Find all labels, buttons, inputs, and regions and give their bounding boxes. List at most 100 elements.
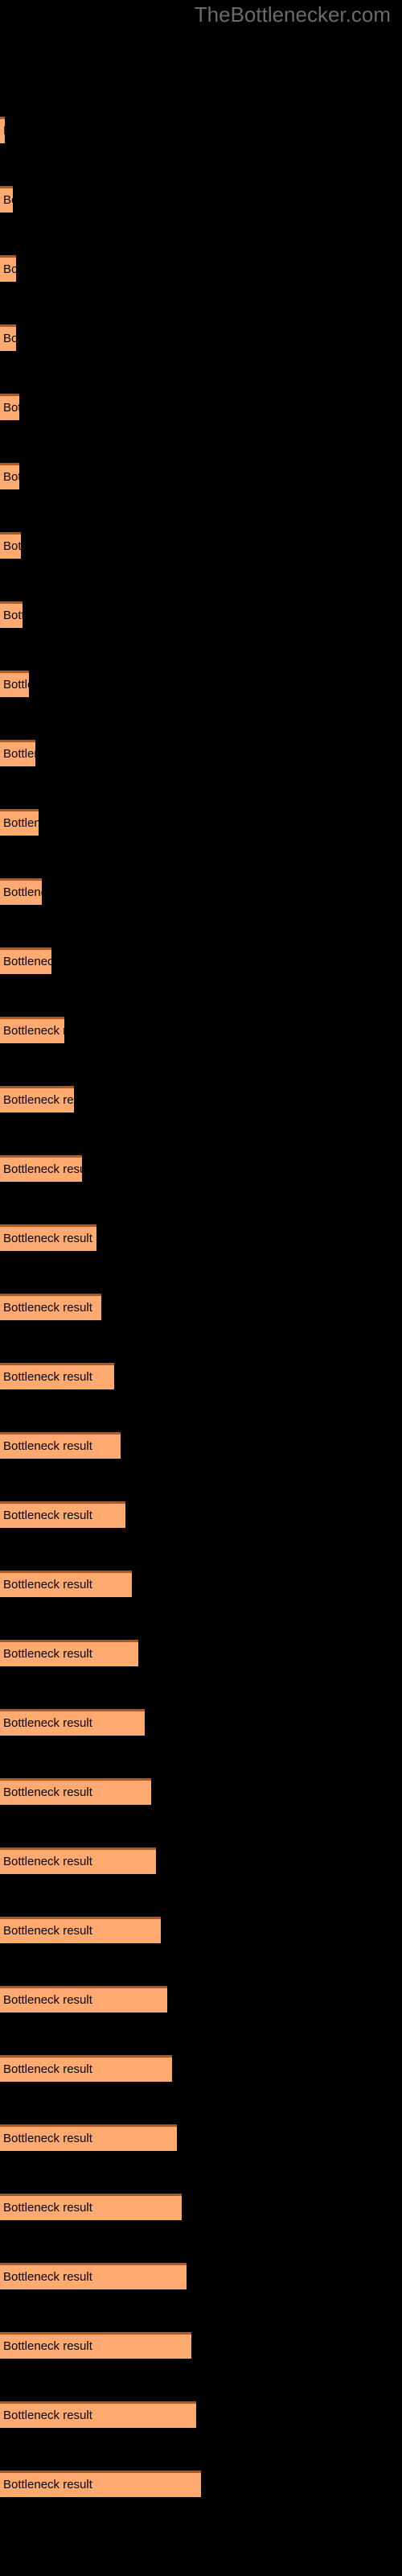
bar-row: Bottleneck result <box>0 460 402 489</box>
bar-row: Bottleneck result <box>0 1014 402 1043</box>
bar[interactable]: Bottleneck result <box>0 1017 64 1043</box>
bar[interactable]: Bottleneck result <box>0 1778 151 1805</box>
bar-row: Bottleneck result <box>0 1637 402 1666</box>
bar-row: Bottleneck result <box>0 2122 402 2151</box>
bar-row: Bottleneck result <box>0 1430 402 1459</box>
bar-row: Bottleneck result <box>0 1222 402 1251</box>
bar-label: Bottleneck result <box>3 1093 74 1107</box>
bar-row: Bottleneck result <box>0 1499 402 1528</box>
bar[interactable]: Bottleneck result <box>0 2263 187 2289</box>
bar[interactable]: Bottleneck result <box>0 117 5 143</box>
bar-label: Bottleneck result <box>3 609 23 622</box>
bar-row: Bottleneck result <box>0 807 402 836</box>
bar-row: Bottleneck result <box>0 1984 402 2013</box>
bar-label: Bottleneck result <box>3 1232 92 1245</box>
bar-row: Bottleneck result <box>0 184 402 213</box>
bar[interactable]: Bottleneck result <box>0 809 39 836</box>
bar-label: Bottleneck result <box>3 1647 92 1661</box>
bottleneck-chart: TheBottlenecker.com Bottleneck resultBot… <box>0 0 402 2576</box>
bar-label: Bottleneck result <box>3 1162 82 1176</box>
bar[interactable]: Bottleneck result <box>0 947 51 974</box>
bar[interactable]: Bottleneck result <box>0 1294 101 1320</box>
bar-row: Bottleneck result <box>0 2399 402 2428</box>
bar[interactable]: Bottleneck result <box>0 601 23 628</box>
bar-label: Bottleneck result <box>3 125 5 138</box>
bar-label: Bottleneck result <box>3 1301 92 1315</box>
bar-row: Bottleneck result <box>0 668 402 697</box>
bar-label: Bottleneck result <box>3 1509 92 1522</box>
bar[interactable]: Bottleneck result <box>0 532 21 559</box>
bar-row: Bottleneck result <box>0 1360 402 1389</box>
bar[interactable]: Bottleneck result <box>0 255 16 282</box>
bar-row: Bottleneck result <box>0 1776 402 1805</box>
bar-row: Bottleneck result <box>0 1291 402 1320</box>
bar[interactable]: Bottleneck result <box>0 1224 96 1251</box>
bar-label: Bottleneck result <box>3 2409 92 2422</box>
bar-label: Bottleneck result <box>3 955 51 968</box>
bar[interactable]: Bottleneck result <box>0 2471 201 2497</box>
bar-label: Bottleneck result <box>3 816 39 830</box>
bar-label: Bottleneck result <box>3 262 16 276</box>
bar[interactable]: Bottleneck result <box>0 2194 182 2220</box>
bar[interactable]: Bottleneck result <box>0 2332 191 2359</box>
bar-label: Bottleneck result <box>3 2062 92 2076</box>
bar[interactable]: Bottleneck result <box>0 1432 121 1459</box>
bar[interactable]: Bottleneck result <box>0 1571 132 1597</box>
bar-row: Bottleneck result <box>0 599 402 628</box>
bar-row: Bottleneck result <box>0 945 402 974</box>
bar-label: Bottleneck result <box>3 1024 64 1038</box>
bar[interactable]: Bottleneck result <box>0 1709 145 1736</box>
bar[interactable]: Bottleneck result <box>0 2055 172 2082</box>
bar-label: Bottleneck result <box>3 1439 92 1453</box>
bar-label: Bottleneck result <box>3 193 13 207</box>
bar-row: Bottleneck result <box>0 253 402 282</box>
bar-row: Bottleneck result <box>0 2053 402 2082</box>
bar-row: Bottleneck result <box>0 1914 402 1943</box>
bar-label: Bottleneck result <box>3 2132 92 2145</box>
bar-row: Bottleneck result <box>0 2468 402 2497</box>
bar[interactable]: Bottleneck result <box>0 1363 114 1389</box>
bar-row: Bottleneck result <box>0 391 402 420</box>
bar-label: Bottleneck result <box>3 539 21 553</box>
bar[interactable]: Bottleneck result <box>0 1640 138 1666</box>
bar-row: Bottleneck result <box>0 1084 402 1113</box>
bar-row: Bottleneck result <box>0 1568 402 1597</box>
bar-label: Bottleneck result <box>3 1785 92 1799</box>
bar-label: Bottleneck result <box>3 886 42 899</box>
bar-row: Bottleneck result <box>0 2330 402 2359</box>
bar-label: Bottleneck result <box>3 1370 92 1384</box>
bar[interactable]: Bottleneck result <box>0 740 35 766</box>
bar-label: Bottleneck result <box>3 2201 92 2215</box>
bar[interactable]: Bottleneck result <box>0 324 16 351</box>
bar-label: Bottleneck result <box>3 1578 92 1591</box>
bar[interactable]: Bottleneck result <box>0 1501 125 1528</box>
bar[interactable]: Bottleneck result <box>0 1155 82 1182</box>
bar-row: Bottleneck result <box>0 114 402 143</box>
bar[interactable]: Bottleneck result <box>0 671 29 697</box>
bar[interactable]: Bottleneck result <box>0 463 19 489</box>
bar[interactable]: Bottleneck result <box>0 1917 161 1943</box>
bar-label: Bottleneck result <box>3 332 16 345</box>
bar-label: Bottleneck result <box>3 678 29 691</box>
bar-label: Bottleneck result <box>3 1855 92 1868</box>
bar[interactable]: Bottleneck result <box>0 1086 74 1113</box>
bar-label: Bottleneck result <box>3 747 35 761</box>
bar-row: Bottleneck result <box>0 2260 402 2289</box>
bar-row: Bottleneck result <box>0 1707 402 1736</box>
bar-row: Bottleneck result <box>0 322 402 351</box>
bar-chart-plot-area: Bottleneck result Bottleneck result Bottle… <box>0 0 402 2576</box>
bar-row: Bottleneck result <box>0 1153 402 1182</box>
bar-label: Bottleneck result <box>3 2339 92 2353</box>
bar[interactable]: Bottleneck result <box>0 186 13 213</box>
bar-label: Bottleneck result <box>3 1993 92 2007</box>
bar[interactable]: Bottleneck result <box>0 394 19 420</box>
bar[interactable]: Bottleneck result <box>0 878 42 905</box>
bar[interactable]: Bottleneck result <box>0 1986 167 2013</box>
bar-row: Bottleneck result <box>0 2191 402 2220</box>
bar[interactable]: Bottleneck result <box>0 2124 177 2151</box>
bar-label: Bottleneck result <box>3 2478 92 2491</box>
bar-label: Bottleneck result <box>3 401 19 415</box>
bar-row: Bottleneck result <box>0 737 402 766</box>
bar[interactable]: Bottleneck result <box>0 2401 196 2428</box>
bar[interactable]: Bottleneck result <box>0 1847 156 1874</box>
